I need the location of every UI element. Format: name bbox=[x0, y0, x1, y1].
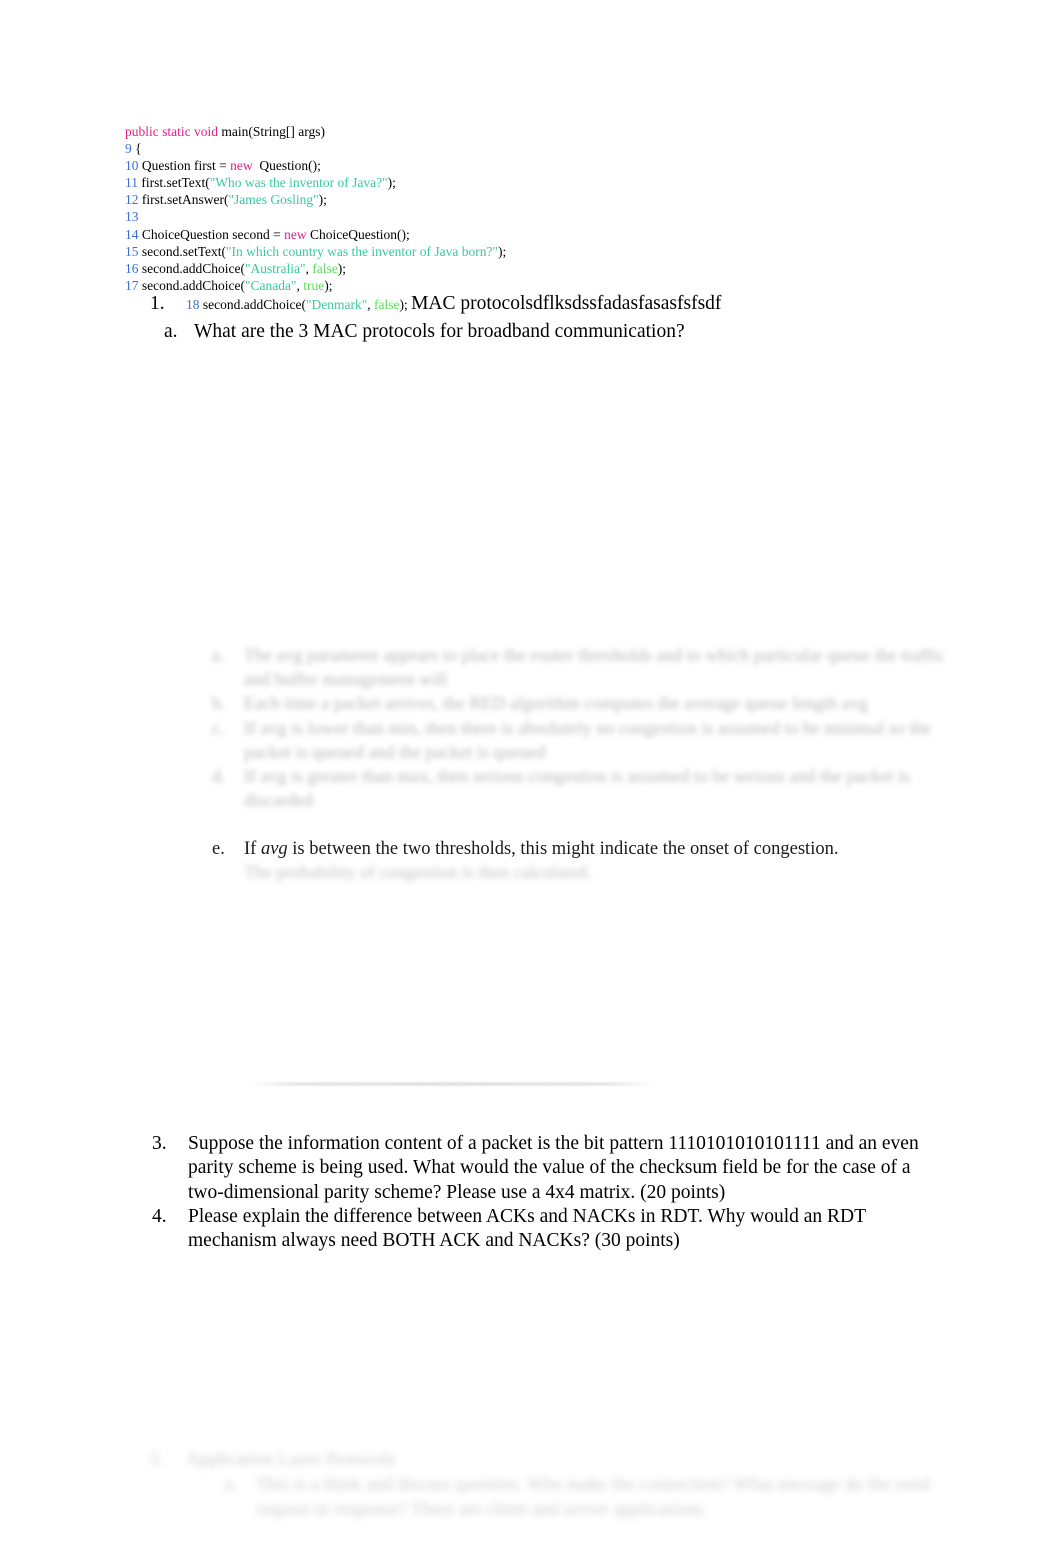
bottom-faded-item-5: 5. Application Layer Protocols bbox=[150, 1448, 940, 1473]
list-item-e: e. If avg is between the two thresholds,… bbox=[212, 837, 952, 862]
code-keyword: public static void bbox=[125, 124, 218, 139]
list-item-e-content: If avg is between the two thresholds, th… bbox=[244, 837, 838, 862]
emphasis-avg: avg bbox=[260, 839, 288, 859]
code-line-number: 14 bbox=[125, 226, 139, 242]
faded-list-item-text: The avg parameter appears to place the r… bbox=[244, 645, 945, 690]
outline-list: 1. 18 second.addChoice("Denmark", false)… bbox=[150, 291, 950, 345]
code-line-16: 16 second.addChoice("Australia", false); bbox=[125, 260, 945, 277]
question-item-3: 3. Suppose the information content of a … bbox=[152, 1132, 942, 1205]
code-literal: false bbox=[373, 297, 400, 312]
code-plain: first.setText( bbox=[138, 175, 210, 191]
faded-list-item: c. If avg is lower than min, then there … bbox=[212, 716, 952, 764]
code-line-11: 11 first.setText("Who was the inventor o… bbox=[125, 174, 945, 191]
code-line-number: 10 bbox=[125, 158, 139, 174]
list-marker: 4. bbox=[152, 1205, 167, 1227]
code-plain: ); bbox=[497, 243, 507, 259]
code-plain: { bbox=[131, 141, 142, 157]
code-string: "James Gosling" bbox=[228, 192, 319, 208]
code-line-signature: public static void main(String[] args) bbox=[125, 123, 945, 140]
inline-code-fragment: 18 second.addChoice("Denmark", false); bbox=[186, 297, 411, 312]
code-plain: ); bbox=[318, 192, 327, 208]
code-plain: ); bbox=[387, 175, 396, 191]
question-list: 3. Suppose the information content of a … bbox=[152, 1132, 942, 1253]
code-literal: false bbox=[312, 260, 338, 276]
outline-item-a-text: What are the 3 MAC protocols for broadba… bbox=[194, 321, 685, 342]
code-string: "Who was the inventor of Java?" bbox=[209, 175, 388, 191]
code-line-15: 15 second.setText("In which country was … bbox=[125, 243, 945, 260]
code-plain: main(String[] args) bbox=[217, 124, 325, 139]
list-item-e-text-after: is between the two thresholds, this migh… bbox=[287, 839, 839, 859]
code-keyword: new bbox=[230, 158, 253, 174]
list-marker: a. bbox=[224, 1475, 237, 1495]
code-plain: ChoiceQuestion second = bbox=[138, 226, 285, 242]
bottom-faded-item-5-text: Application Layer Protocols bbox=[186, 1450, 396, 1470]
list-marker: b. bbox=[212, 693, 226, 714]
code-line-number: 11 bbox=[125, 175, 138, 191]
code-line-number: 16 bbox=[125, 260, 139, 276]
faded-list-item-text: Each time a packet arrives, the RED algo… bbox=[244, 693, 868, 714]
code-line-9: 9 { bbox=[125, 140, 945, 157]
list-marker: c. bbox=[212, 717, 225, 738]
code-line-number: 9 bbox=[125, 141, 132, 157]
code-string: "In which country was the inventor of Ja… bbox=[226, 243, 498, 259]
outline-item-a: a. What are the 3 MAC protocols for broa… bbox=[150, 318, 950, 345]
bottom-faded-block: 5. Application Layer Protocols a. This i… bbox=[150, 1448, 940, 1523]
code-keyword: new bbox=[284, 226, 307, 242]
code-string: "Denmark" bbox=[305, 297, 368, 312]
outline-item-1-content: 18 second.addChoice("Denmark", false); M… bbox=[186, 291, 721, 318]
faded-list-item: d. If avg is greater than max, then seri… bbox=[212, 764, 952, 812]
outline-item-1-text: MAC protocolsdflksdssfadasfasasfsfsdf bbox=[411, 293, 722, 314]
bottom-faded-item-a: a. This is a think and discuss question.… bbox=[150, 1473, 940, 1523]
code-plain: ); bbox=[399, 297, 412, 312]
list-marker: 3. bbox=[152, 1133, 167, 1154]
code-plain: second.setText( bbox=[138, 243, 227, 259]
code-plain: ChoiceQuestion(); bbox=[306, 226, 410, 242]
code-line-number: 17 bbox=[125, 277, 139, 293]
code-line-12: 12 first.setAnswer("James Gosling"); bbox=[125, 191, 945, 208]
bottom-faded-item-a-text: This is a think and discuss question. Wh… bbox=[256, 1475, 930, 1520]
faded-list-item-text: If avg is greater than max, then serious… bbox=[244, 766, 910, 811]
code-plain: ); bbox=[337, 260, 346, 276]
code-plain: Question(); bbox=[252, 158, 321, 174]
code-plain: Question first = bbox=[138, 158, 231, 174]
question-item-4-text: Please explain the difference between AC… bbox=[188, 1205, 866, 1252]
list-marker: a. bbox=[164, 321, 178, 342]
list-marker: 5. bbox=[150, 1450, 164, 1470]
faint-horizontal-rule bbox=[248, 1083, 656, 1085]
code-plain: first.setAnswer( bbox=[138, 192, 229, 208]
code-line-number: 13 bbox=[125, 209, 139, 225]
list-marker: d. bbox=[212, 766, 226, 787]
code-line-10: 10 Question first = new Question(); bbox=[125, 157, 945, 174]
code-plain: , bbox=[367, 297, 374, 312]
faded-list-item-text: If avg is lower than min, then there is … bbox=[244, 717, 932, 762]
code-line-13: 13 bbox=[125, 208, 945, 225]
code-plain: second.addChoice( bbox=[138, 260, 245, 276]
faded-list-item: a. The avg parameter appears to place th… bbox=[212, 643, 952, 691]
list-marker: e. bbox=[212, 839, 225, 859]
list-item-e-text-before: If bbox=[244, 839, 261, 859]
document-page: public static void main(String[] args) 9… bbox=[0, 0, 1062, 1556]
code-plain: second.addChoice( bbox=[199, 297, 306, 312]
faded-trailing-line: The probability of congestion is then ca… bbox=[244, 862, 592, 882]
list-marker: 1. bbox=[150, 293, 165, 314]
list-marker: a. bbox=[212, 645, 225, 665]
code-line-number: 18 bbox=[186, 297, 200, 312]
code-line-number: 12 bbox=[125, 192, 139, 208]
question-item-4: 4. Please explain the difference between… bbox=[152, 1205, 942, 1254]
faded-list-item: b. Each time a packet arrives, the RED a… bbox=[212, 691, 952, 715]
question-item-3-text: Suppose the information content of a pac… bbox=[188, 1133, 919, 1203]
faded-sublist: a. The avg parameter appears to place th… bbox=[212, 643, 952, 812]
java-code-listing: public static void main(String[] args) 9… bbox=[125, 123, 945, 294]
code-line-14: 14 ChoiceQuestion second = new ChoiceQue… bbox=[125, 226, 945, 243]
code-line-number: 15 bbox=[125, 243, 139, 259]
outline-item-1: 1. 18 second.addChoice("Denmark", false)… bbox=[150, 291, 950, 318]
code-string: "Australia" bbox=[244, 260, 306, 276]
